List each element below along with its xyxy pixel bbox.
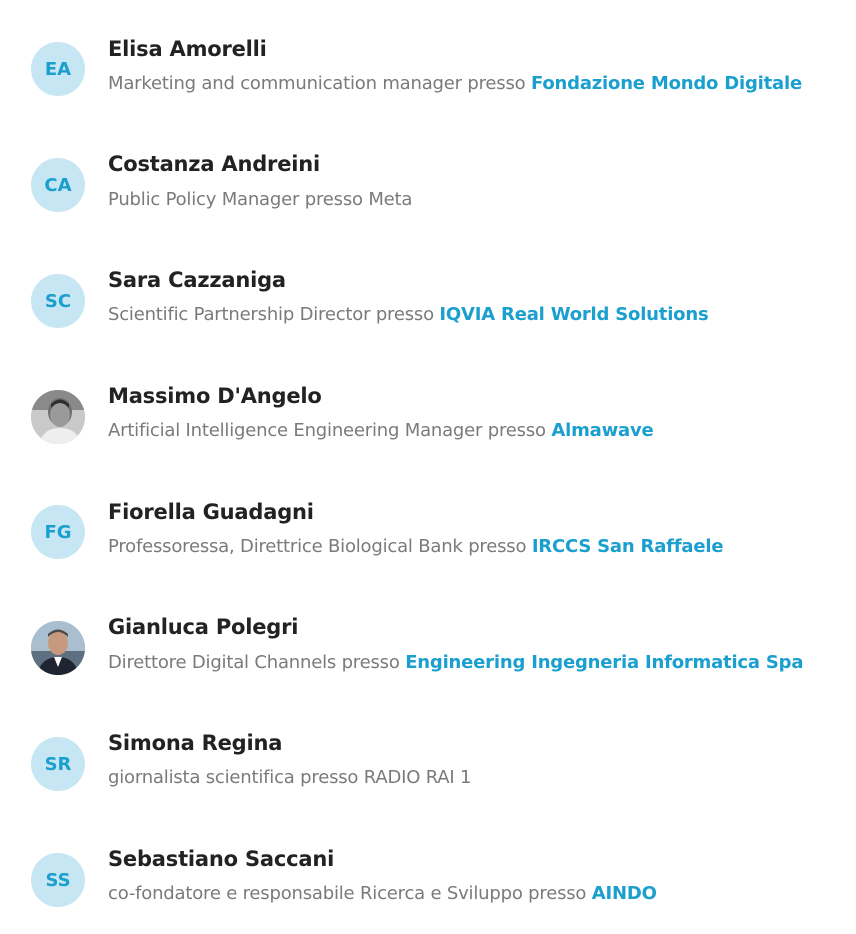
presso-label: presso [341,652,400,673]
person-name: Gianluca Polegri [108,615,299,639]
avatar: SS [31,853,85,907]
avatar: EA [31,42,85,96]
presso-label: presso [375,304,434,325]
person-role-line: Public Policy Manager presso Meta [108,189,412,210]
person-name: Massimo D'Angelo [108,384,322,408]
person-name: Sara Cazzaniga [108,268,286,292]
org-link[interactable]: Almawave [551,420,653,441]
org-link[interactable]: Engineering Ingegneria Informatica Spa [405,652,803,673]
person-role: Direttore Digital Channels [108,652,337,673]
org-link[interactable]: IQVIA Real World Solutions [439,304,708,325]
person-role-line: giornalista scientifica presso RADIO RAI… [108,767,472,788]
person-name: Elisa Amorelli [108,37,267,61]
list-item: Gianluca Polegri Direttore Digital Chann… [0,609,856,689]
org-name: Meta [368,189,413,210]
presso-label: presso [300,767,359,788]
person-role-line: Direttore Digital Channels presso Engine… [108,652,804,673]
presso-label: presso [468,536,527,557]
person-role: Public Policy Manager [108,189,300,210]
avatar: SC [31,274,85,328]
org-name: RADIO RAI 1 [363,767,472,788]
person-photo-icon [31,390,85,444]
person-name: Sebastiano Saccani [108,847,335,871]
person-role: Marketing and communication manager [108,73,462,94]
list-item: SC Sara Cazzaniga Scientific Partnership… [0,262,856,342]
presso-label: presso [304,189,363,210]
presso-label: presso [528,883,587,904]
presso-label: presso [487,420,546,441]
list-item: SS Sebastiano Saccani co-fondatore e res… [0,841,856,921]
list-item: Massimo D'Angelo Artificial Intelligence… [0,378,856,458]
presso-label: presso [467,73,526,94]
person-role: co-fondatore e responsabile Ricerca e Sv… [108,883,523,904]
person-role-line: co-fondatore e responsabile Ricerca e Sv… [108,883,657,904]
avatar: CA [31,158,85,212]
person-photo-icon [31,621,85,675]
list-item: EA Elisa Amorelli Marketing and communic… [0,30,856,110]
list-item: CA Costanza Andreini Public Policy Manag… [0,146,856,226]
avatar: FG [31,505,85,559]
org-link[interactable]: IRCCS San Raffaele [532,536,724,557]
person-role: giornalista scientifica [108,767,295,788]
avatar: SR [31,737,85,791]
person-role-line: Marketing and communication manager pres… [108,73,802,94]
person-role: Professoressa, Direttrice Biological Ban… [108,536,463,557]
list-item: SR Simona Regina giornalista scientifica… [0,725,856,805]
org-link[interactable]: AINDO [592,883,657,904]
person-role: Scientific Partnership Director [108,304,371,325]
person-role-line: Artificial Intelligence Engineering Mana… [108,420,654,441]
avatar-photo [31,621,85,675]
person-role-line: Scientific Partnership Director presso I… [108,304,709,325]
avatar-photo [31,390,85,444]
person-role: Artificial Intelligence Engineering Mana… [108,420,483,441]
speaker-list: EA Elisa Amorelli Marketing and communic… [0,0,856,934]
org-link[interactable]: Fondazione Mondo Digitale [531,73,802,94]
list-item: FG Fiorella Guadagni Professoressa, Dire… [0,493,856,573]
person-name: Simona Regina [108,731,283,755]
person-name: Fiorella Guadagni [108,500,314,524]
person-name: Costanza Andreini [108,152,320,176]
person-role-line: Professoressa, Direttrice Biological Ban… [108,536,724,557]
